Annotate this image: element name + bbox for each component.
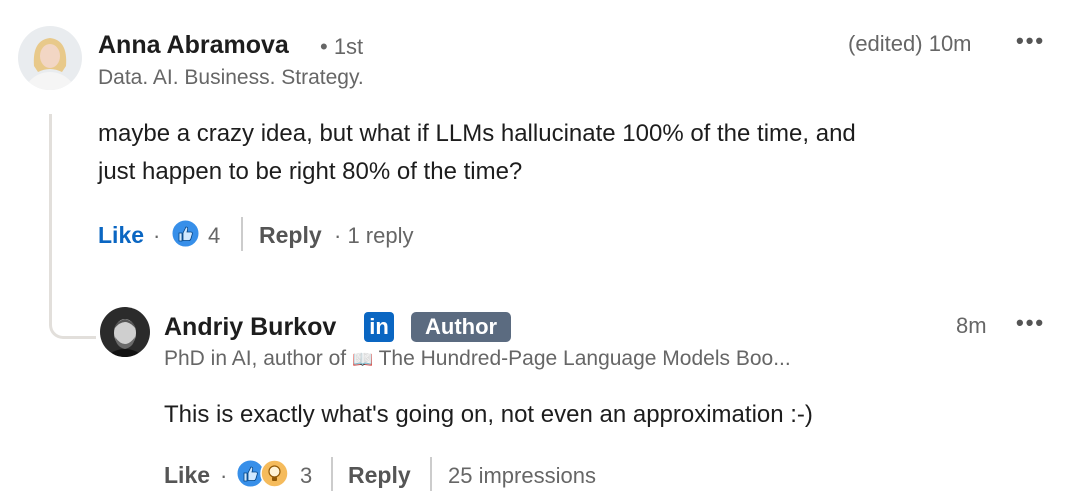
avatar-andriy[interactable] bbox=[100, 307, 150, 357]
reply-author-headline: PhD in AI, author of 📖 The Hundred-Page … bbox=[164, 347, 791, 371]
action-separator: · bbox=[220, 463, 228, 488]
like-reaction-icon[interactable] bbox=[171, 219, 200, 248]
reply-count-link[interactable]: · 1 reply bbox=[334, 223, 413, 249]
reply-reply-button[interactable]: Reply bbox=[348, 462, 411, 489]
action-separator: · bbox=[153, 223, 161, 248]
linkedin-icon: in bbox=[364, 312, 394, 342]
comment-text-line-2: just happen to be right 80% of the time? bbox=[98, 158, 523, 185]
author-badge: Author bbox=[411, 312, 512, 342]
comment-text-line-1: maybe a crazy idea, but what if LLMs hal… bbox=[98, 120, 856, 147]
reaction-count[interactable]: 3 bbox=[300, 463, 312, 489]
action-divider bbox=[430, 457, 432, 491]
more-horizontal-icon[interactable]: ••• bbox=[1016, 310, 1045, 336]
thread-connector-line bbox=[49, 114, 96, 339]
reply-timestamp: 8m bbox=[956, 313, 987, 338]
avatar-anna-image bbox=[18, 26, 82, 90]
reaction-count[interactable]: 4 bbox=[208, 223, 220, 249]
avatar-andriy-image bbox=[100, 307, 150, 357]
impressions-count[interactable]: 25 impressions bbox=[448, 463, 596, 489]
reply-author-name[interactable]: Andriy Burkov bbox=[164, 313, 336, 342]
comment-text: maybe a crazy idea, but what if LLMs hal… bbox=[98, 115, 1058, 191]
comment-author-headline: Data. AI. Business. Strategy. bbox=[98, 66, 364, 89]
like-button[interactable]: Like bbox=[98, 222, 144, 249]
headline-prefix: PhD in AI, author of bbox=[164, 347, 347, 370]
reply-like-button[interactable]: Like bbox=[164, 462, 210, 489]
reply-button[interactable]: Reply bbox=[259, 222, 322, 249]
avatar-anna[interactable] bbox=[18, 26, 82, 90]
action-divider bbox=[241, 217, 243, 251]
more-horizontal-icon[interactable]: ••• bbox=[1016, 28, 1045, 54]
reply-text: This is exactly what's going on, not eve… bbox=[164, 401, 813, 428]
headline-book-title: The Hundred-Page Language Models Boo... bbox=[378, 347, 791, 370]
insightful-reaction-icon[interactable] bbox=[260, 459, 289, 488]
connection-degree: • 1st bbox=[320, 34, 364, 59]
book-icon: 📖 bbox=[351, 350, 374, 369]
action-divider bbox=[331, 457, 333, 491]
comment-timestamp: (edited) 10m bbox=[848, 31, 972, 56]
comment-author-name[interactable]: Anna Abramova bbox=[98, 31, 289, 60]
